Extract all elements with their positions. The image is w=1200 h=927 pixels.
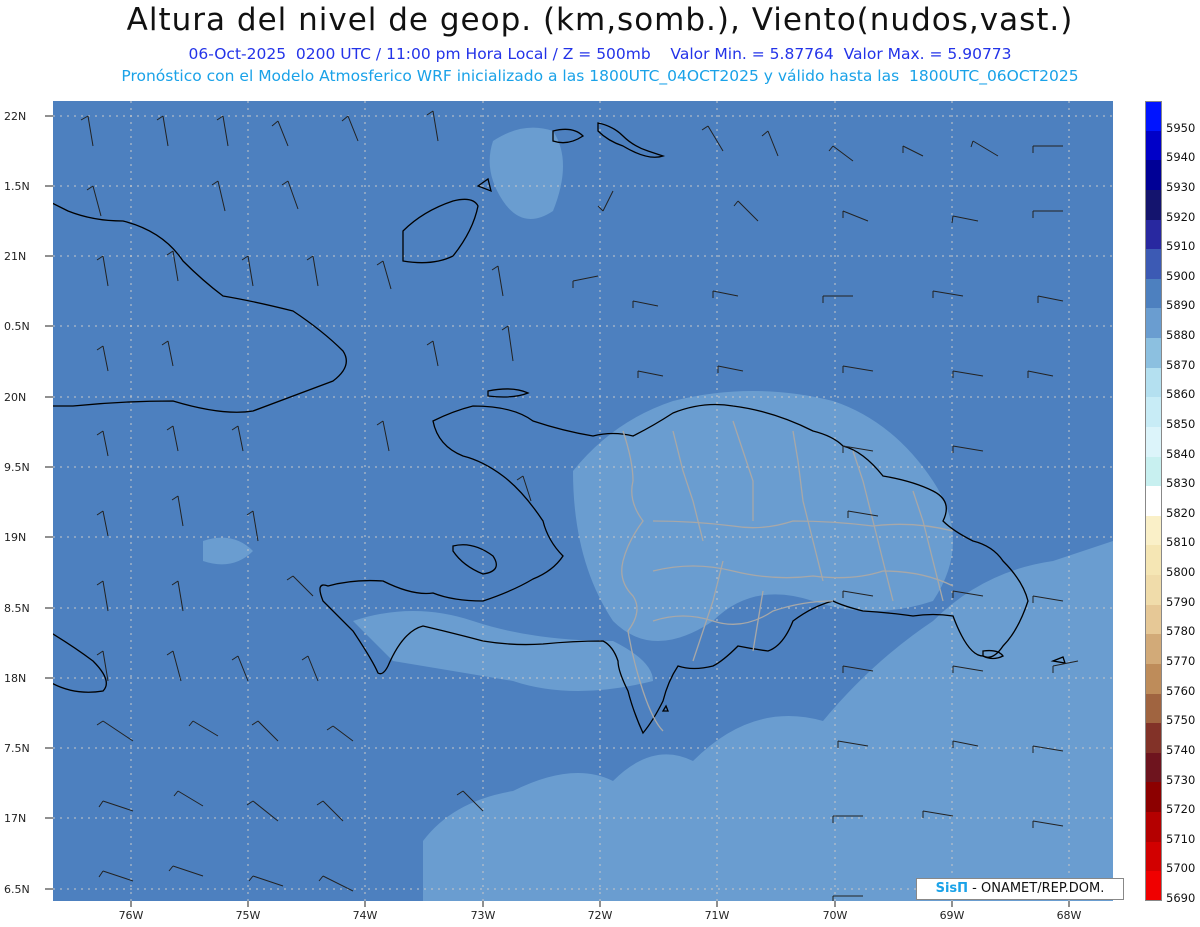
colorbar-level-label: 5840 <box>1166 446 1196 461</box>
field-patch-south-haiti <box>353 611 653 691</box>
acklins <box>476 177 492 193</box>
map-panel <box>53 101 1113 901</box>
colorbar-level-label: 5890 <box>1166 298 1196 313</box>
inagua <box>402 198 479 264</box>
colorbar-level-label: 5810 <box>1166 535 1196 550</box>
lat-label: 0.5N <box>4 320 30 333</box>
colorbar-level-label: 5870 <box>1166 357 1196 372</box>
lat-label: 9.5N <box>4 461 30 474</box>
tortuga <box>487 388 530 398</box>
lat-label: 21N <box>4 250 26 263</box>
credit-box: SisΠ - ONAMET/REP.DOM. <box>916 878 1124 900</box>
field-patch-west <box>203 537 253 565</box>
lat-label: 22N <box>4 110 26 123</box>
colorbar-level-label: 5720 <box>1166 802 1196 817</box>
colorbar <box>1145 101 1162 902</box>
colorbar-level-label: 5740 <box>1166 742 1196 757</box>
colorbar-level-label: 5700 <box>1166 861 1196 876</box>
model-info-line: Pronóstico con el Modelo Atmosferico WRF… <box>121 67 1079 85</box>
turks-caicos <box>552 122 666 158</box>
cuba-east-coast <box>53 633 107 693</box>
colorbar-level-label: 5790 <box>1166 594 1196 609</box>
credit-text: - ONAMET/REP.DOM. <box>972 881 1105 896</box>
colorbar-level-label: 5820 <box>1166 505 1196 520</box>
colorbar-level-label: 5940 <box>1166 150 1196 165</box>
latitude-axis: 22N 1.5N 21N 0.5N 20N 9.5N 19N 8.5N 18N … <box>4 110 53 896</box>
lon-label: 73W <box>471 909 496 922</box>
colorbar-level-label: 5910 <box>1166 239 1196 254</box>
cuba-coast <box>53 202 347 413</box>
field-patch-hispaniola <box>573 391 953 641</box>
colorbar-level-label: 5780 <box>1166 624 1196 639</box>
colorbar-level-label: 5800 <box>1166 565 1196 580</box>
colorbar-level-label: 5750 <box>1166 713 1196 728</box>
colorbar-level-label: 5900 <box>1166 268 1196 283</box>
map-title: Altura del nivel de geop. (km,somb.), Vi… <box>126 2 1074 38</box>
lon-label: 75W <box>236 909 261 922</box>
beata <box>661 704 669 712</box>
geopotential-field <box>203 127 1113 901</box>
colorbar-level-label: 5710 <box>1166 831 1196 846</box>
colorbar-level-label: 5880 <box>1166 328 1196 343</box>
colorbar-level-label: 5930 <box>1166 179 1196 194</box>
lon-label: 68W <box>1057 909 1082 922</box>
sispi-logo: SisΠ <box>935 881 969 896</box>
field-patch-north <box>489 127 563 219</box>
forecast-time-line: 06-Oct-2025 0200 UTC / 11:00 pm Hora Loc… <box>188 45 1012 63</box>
longitude-axis: 76W 75W 74W 73W 72W 71W 70W 69W 68W <box>119 901 1082 922</box>
colorbar-level-label: 5860 <box>1166 387 1196 402</box>
lat-label: 17N <box>4 812 26 825</box>
colorbar-level-label: 5760 <box>1166 683 1196 698</box>
lon-label: 72W <box>588 909 613 922</box>
colorbar-level-label: 5920 <box>1166 209 1196 224</box>
colorbar-level-label: 5770 <box>1166 654 1196 668</box>
lon-label: 70W <box>823 909 848 922</box>
lat-label: 20N <box>4 391 26 404</box>
colorbar-labels: 5950 5940 5930 5920 5910 5900 5890 5880 5870 5860… <box>1166 101 1200 905</box>
lon-label: 71W <box>705 909 730 922</box>
gonave <box>452 544 497 575</box>
lon-label: 76W <box>119 909 144 922</box>
colorbar-level-label: 5730 <box>1166 772 1196 787</box>
colorbar-level-label: 5850 <box>1166 416 1196 431</box>
lat-label: 1.5N <box>4 180 30 193</box>
lat-label: 6.5N <box>4 883 30 896</box>
map-canvas <box>53 101 1113 901</box>
colorbar-level-label: 5950 <box>1166 120 1196 135</box>
lat-label: 19N <box>4 531 26 544</box>
field-patch-south <box>423 541 1113 901</box>
lon-label: 74W <box>353 909 378 922</box>
colorbar-level-label: 5830 <box>1166 476 1196 491</box>
lat-label: 18N <box>4 672 26 685</box>
lon-label: 69W <box>940 909 965 922</box>
lat-label: 7.5N <box>4 742 30 755</box>
lat-label: 8.5N <box>4 602 30 615</box>
colorbar-level-label: 5690 <box>1166 891 1196 906</box>
